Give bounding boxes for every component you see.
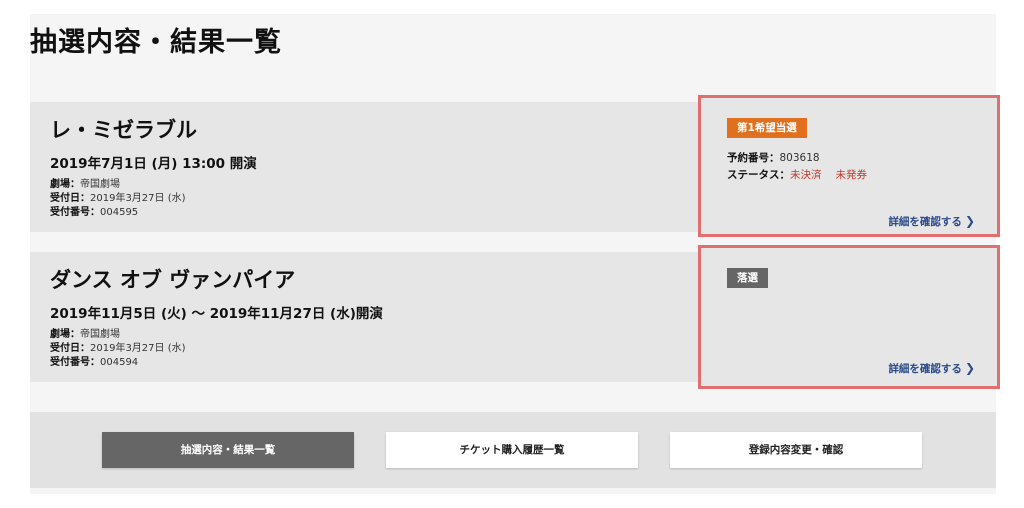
received-date-row: 受付日：2019年3月27日 (水) [50,192,257,206]
entry-info: レ・ミゼラブル 2019年7月1日 (月) 13:00 開演 劇場：帝国劇場 受… [50,114,257,220]
ticket-status: 未発券 [835,169,868,181]
show-title: レ・ミゼラブル [50,118,197,142]
result-panel: 第1希望当選 予約番号：803618 ステータス：未決済 未発券 詳細を確認する ❯ [698,95,1000,237]
payment-status: 未決済 [790,169,822,181]
receipt-number-row: 受付番号：004594 [50,356,383,370]
result-badge: 第1希望当選 [727,118,807,138]
venue-label: 劇場： [50,329,80,340]
result-badge: 落選 [727,268,768,288]
venue-row: 劇場：帝国劇場 [50,178,257,192]
entry-info: ダンス オブ ヴァンパイア 2019年11月5日 (火) ～ 2019年11月2… [50,264,383,370]
status-row: ステータス：未決済 未発券 [727,167,867,182]
venue-value: 帝国劇場 [80,329,120,340]
received-label: 受付日： [50,343,90,354]
nav-button-ticket-history[interactable]: チケット購入履歴一覧 [386,432,638,468]
nav-button-lottery-results[interactable]: 抽選内容・結果一覧 [102,432,354,468]
status-label: ステータス： [727,169,790,181]
venue-label: 劇場： [50,179,80,190]
performance-date: 2019年7月1日 (月) 13:00 開演 [50,156,257,172]
venue-row: 劇場：帝国劇場 [50,328,383,342]
received-value: 2019年3月27日 (水) [90,343,186,354]
reservation-number-row: 予約番号：803618 [727,150,820,165]
receipt-number-row: 受付番号：004595 [50,206,257,220]
venue-value: 帝国劇場 [80,179,120,190]
footer-nav: 抽選内容・結果一覧 チケット購入履歴一覧 登録内容変更・確認 [30,412,996,488]
reservation-value: 803618 [779,152,820,164]
chevron-right-icon: ❯ [964,361,975,375]
received-date-row: 受付日：2019年3月27日 (水) [50,342,383,356]
performance-date: 2019年11月5日 (火) ～ 2019年11月27日 (水)開演 [50,306,383,322]
chevron-right-icon: ❯ [964,214,975,228]
detail-link[interactable]: 詳細を確認する ❯ [888,361,975,376]
receipt-number-value: 004595 [100,207,139,218]
nav-button-account-settings[interactable]: 登録内容変更・確認 [670,432,922,468]
detail-link[interactable]: 詳細を確認する ❯ [888,214,975,229]
detail-link-label: 詳細を確認する [888,363,962,375]
received-value: 2019年3月27日 (水) [90,193,186,204]
page-container: 抽選内容・結果一覧 レ・ミゼラブル 2019年7月1日 (月) 13:00 開演… [30,14,1000,494]
page-title: 抽選内容・結果一覧 [30,27,282,58]
receipt-number-value: 004594 [100,357,139,368]
result-panel: 落選 詳細を確認する ❯ [698,245,1000,389]
show-title: ダンス オブ ヴァンパイア [50,268,296,292]
received-label: 受付日： [50,193,90,204]
detail-link-label: 詳細を確認する [888,216,962,228]
receipt-number-label: 受付番号： [50,207,100,218]
receipt-number-label: 受付番号： [50,357,100,368]
reservation-label: 予約番号： [727,152,780,164]
